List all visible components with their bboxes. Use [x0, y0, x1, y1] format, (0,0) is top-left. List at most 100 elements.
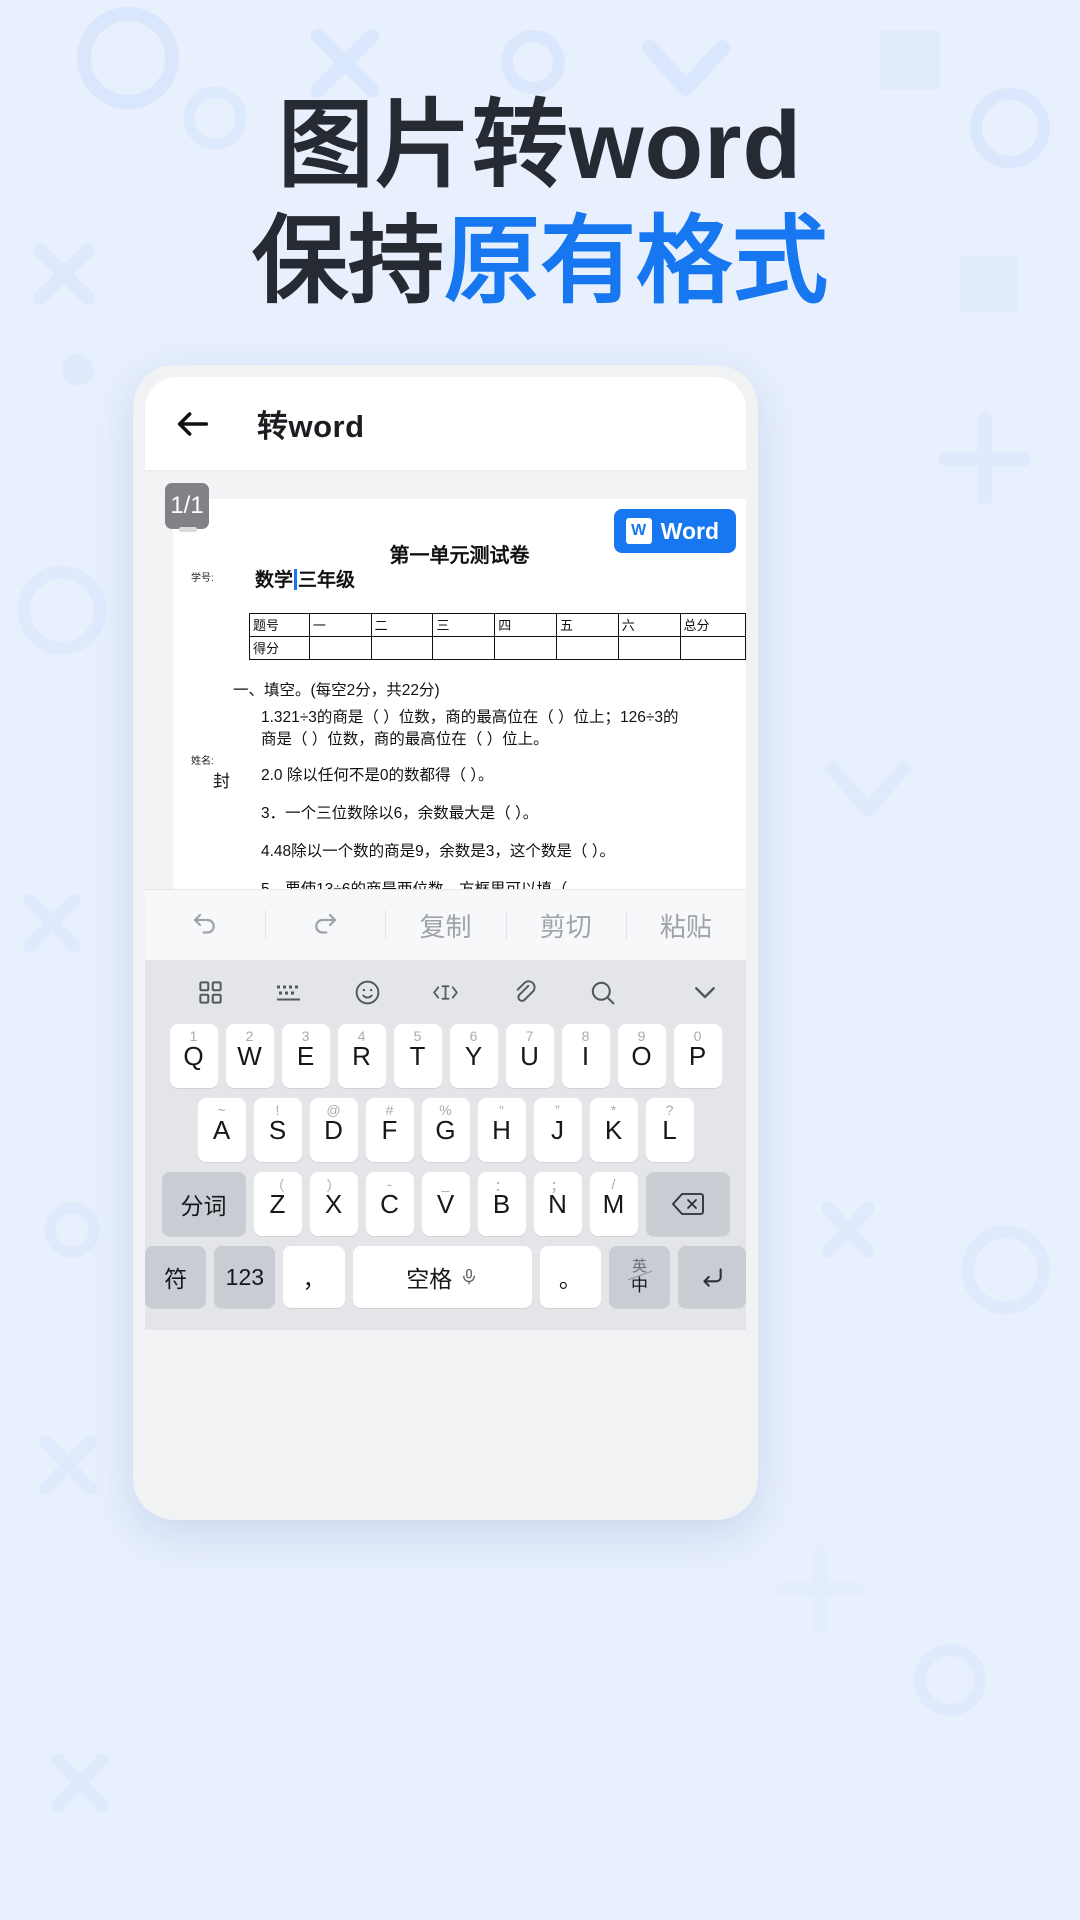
- keyboard-row-3: 分词 （Z ） X -C _ V ： B ； N / M: [145, 1172, 746, 1236]
- key-c[interactable]: -C: [365, 1172, 414, 1236]
- key-s-sup: !: [275, 1102, 280, 1118]
- phone-mockup: 转word 1/1 W Word 第一单元测试卷 学号: 姓名: 封 班级: 数…: [133, 365, 758, 1520]
- cell-row1-1: [308, 636, 372, 660]
- key-m-sup: /: [611, 1176, 616, 1192]
- clip-icon: [517, 979, 536, 1002]
- keyboard-layout-button[interactable]: [249, 979, 327, 1006]
- search-button[interactable]: [563, 978, 641, 1007]
- question-2: 2.0 除以任何不是0的数都得（ ）。: [261, 767, 494, 784]
- key-a[interactable]: ~ A: [197, 1098, 246, 1162]
- key-f-sup: #: [385, 1102, 394, 1118]
- cell-row1-7: [679, 636, 746, 660]
- key-r[interactable]: 4R: [337, 1024, 386, 1088]
- clip-button[interactable]: [485, 978, 563, 1007]
- chevron-down-icon: [695, 987, 715, 999]
- document-page[interactable]: W Word 第一单元测试卷 学号: 姓名: 封 班级: 数学三年级 题号 一 …: [173, 499, 746, 889]
- key-h[interactable]: “H: [477, 1098, 526, 1162]
- cut-button[interactable]: 剪切: [505, 890, 626, 960]
- key-c-sup: -: [387, 1176, 392, 1192]
- key-p[interactable]: 0P: [673, 1024, 722, 1088]
- cell-header-4: 四: [494, 613, 557, 637]
- key-z-sup: （: [270, 1178, 285, 1194]
- key-symbol[interactable]: 符: [145, 1246, 207, 1308]
- key-space[interactable]: 空格: [352, 1246, 532, 1308]
- cell-header-2: 二: [370, 613, 434, 637]
- phone-screen: 转word 1/1 W Word 第一单元测试卷 学号: 姓名: 封 班级: 数…: [145, 377, 746, 1508]
- key-b[interactable]: ： B: [477, 1172, 526, 1236]
- key-k-label: K: [604, 1114, 623, 1145]
- key-w[interactable]: 2W: [225, 1024, 274, 1088]
- key-o-sup: 9: [637, 1028, 646, 1044]
- emoji-button[interactable]: [328, 978, 406, 1007]
- page-title: 转word: [257, 409, 365, 444]
- key-x[interactable]: ） X: [309, 1172, 358, 1236]
- key-i[interactable]: 8I: [561, 1024, 610, 1088]
- key-comma[interactable]: ，: [283, 1246, 345, 1308]
- key-r-label: R: [352, 1040, 371, 1071]
- key-f[interactable]: # F: [365, 1098, 414, 1162]
- cell-row1-4: [494, 636, 557, 660]
- redo-button[interactable]: [265, 890, 385, 960]
- key-j[interactable]: ” J: [533, 1098, 582, 1162]
- key-q-label: Q: [183, 1040, 204, 1071]
- key-backspace[interactable]: [645, 1172, 730, 1236]
- key-o[interactable]: 9O: [617, 1024, 666, 1088]
- key-j-label: J: [551, 1114, 564, 1145]
- cell-row1-2: [370, 636, 434, 660]
- emoji-icon: [355, 980, 379, 1004]
- key-f-label: F: [381, 1114, 398, 1145]
- mic-icon: [463, 1268, 476, 1285]
- key-o-label: O: [631, 1040, 652, 1071]
- key-t[interactable]: 5T: [393, 1024, 442, 1088]
- word-icon-letter: W: [631, 522, 647, 539]
- keyboard-icon: [276, 985, 300, 1000]
- undo-icon: [193, 913, 215, 934]
- headline-block: 图片转word 保持原有格式: [0, 88, 1080, 320]
- key-y[interactable]: 6Y: [449, 1024, 498, 1088]
- key-v[interactable]: _ V: [421, 1172, 470, 1236]
- copy-button[interactable]: 复制: [385, 890, 505, 960]
- key-u[interactable]: 7U: [505, 1024, 554, 1088]
- back-arrow-icon[interactable]: [173, 404, 213, 444]
- text-caret: [294, 569, 298, 590]
- cell-header-7: 总分: [679, 613, 746, 637]
- cursor-move-button[interactable]: [406, 979, 484, 1006]
- key-language-bottom: 中: [631, 1276, 649, 1296]
- key-k[interactable]: * K: [589, 1098, 638, 1162]
- key-n[interactable]: ； N: [533, 1172, 582, 1236]
- undo-button[interactable]: [145, 890, 265, 960]
- key-g[interactable]: % G: [421, 1098, 470, 1162]
- key-v-label: V: [436, 1188, 455, 1219]
- key-d-sup: @: [326, 1102, 341, 1118]
- key-s[interactable]: ! S: [253, 1098, 302, 1162]
- word-export-button[interactable]: W Word: [613, 509, 736, 553]
- key-m[interactable]: / M: [589, 1172, 638, 1236]
- keyboard: 1Q 2W 3E 4R 5T 6Y 7U 8I 9O 0P ~ A ! S @ D #…: [145, 960, 746, 1330]
- cell-header-5: 五: [555, 613, 619, 637]
- keyboard-grid-button[interactable]: [171, 979, 249, 1006]
- cell-row1-6: [617, 636, 681, 660]
- key-language-toggle[interactable]: 英 中: [608, 1246, 671, 1308]
- key-e-sup: 3: [301, 1028, 310, 1044]
- collapse-keyboard-button[interactable]: [642, 977, 720, 1007]
- key-numbers[interactable]: 123: [214, 1246, 276, 1308]
- key-g-label: G: [435, 1114, 456, 1145]
- key-enter[interactable]: [678, 1246, 746, 1308]
- key-l[interactable]: ? L: [645, 1098, 694, 1162]
- key-q[interactable]: 1Q: [169, 1024, 218, 1088]
- key-p-label: P: [688, 1040, 707, 1071]
- key-e[interactable]: 3E: [281, 1024, 330, 1088]
- key-period[interactable]: 。: [539, 1246, 601, 1308]
- side-label-name: 姓名:: [191, 756, 214, 767]
- document-viewer[interactable]: 1/1 W Word 第一单元测试卷 学号: 姓名: 封 班级: 数学三年级 题…: [145, 471, 746, 889]
- key-z[interactable]: （Z: [253, 1172, 302, 1236]
- table-row: 题号 一 二 三 四 五 六 总分: [249, 613, 746, 637]
- cursor-move-icon: [433, 984, 458, 1000]
- key-y-sup: 6: [469, 1028, 478, 1044]
- key-q-sup: 1: [189, 1028, 198, 1044]
- keyboard-row-1: 1Q 2W 3E 4R 5T 6Y 7U 8I 9O 0P: [145, 1024, 746, 1088]
- key-d[interactable]: @ D: [309, 1098, 358, 1162]
- paste-button[interactable]: 粘贴: [625, 890, 746, 960]
- cell-header-1: 一: [308, 613, 372, 637]
- key-segment-word[interactable]: 分词: [161, 1172, 246, 1236]
